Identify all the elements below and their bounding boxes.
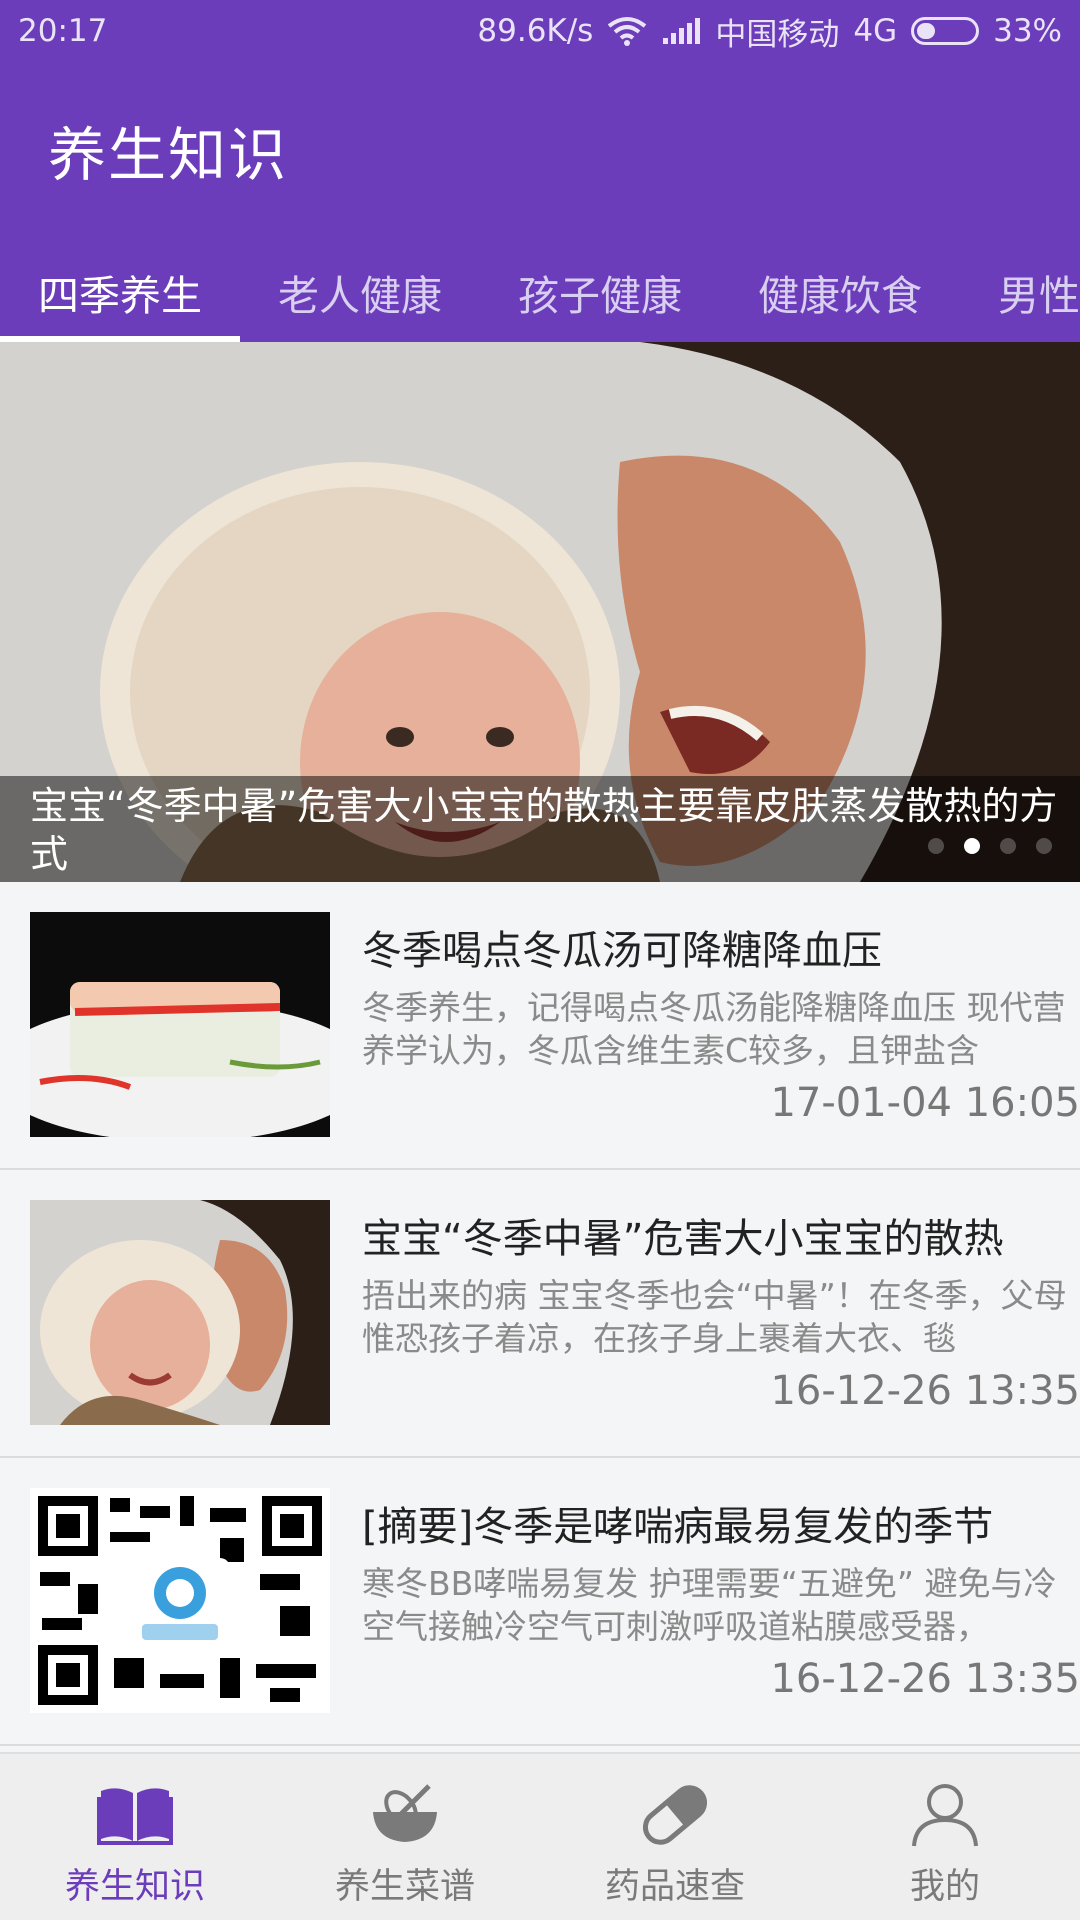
carousel-dot-active[interactable]: [964, 838, 980, 854]
list-item[interactable]: 冬季喝点冬瓜汤可降糖降血压 冬季养生，记得喝点冬瓜汤能降糖降血压 现代营养学认为…: [0, 882, 1080, 1170]
status-bar: 20:17 89.6K/s 中国移动 4G 33%: [0, 0, 1080, 62]
page-title: 养生知识: [48, 121, 289, 189]
article-thumbnail: [30, 1488, 330, 1713]
article-summary: 冬季养生，记得喝点冬瓜汤能降糖降血压 现代营养学认为，冬瓜含维生素C较多，且钾盐…: [362, 988, 1066, 1070]
nav-recipes[interactable]: 养生菜谱: [270, 1754, 540, 1920]
app-header: 20:17 89.6K/s 中国移动 4G 33% 养生知识 四季养生 老人健康…: [0, 0, 1080, 342]
tab-elderly-health[interactable]: 老人健康: [240, 248, 480, 342]
list-item[interactable]: [摘要]冬季是哮喘病最易复发的季节 寒冬BB哮喘易复发 护理需要“五避免” 避免…: [0, 1458, 1080, 1746]
carousel-indicators: [928, 838, 1052, 854]
network-type: 4G: [853, 13, 898, 49]
status-right: 89.6K/s 中国移动 4G 33%: [477, 9, 1062, 54]
tab-healthy-diet[interactable]: 健康饮食: [720, 248, 960, 342]
status-time: 20:17: [18, 13, 108, 49]
network-speed: 89.6K/s: [477, 13, 594, 49]
carousel-dot[interactable]: [928, 838, 944, 854]
user-icon: [905, 1780, 985, 1850]
article-summary: 捂出来的病 宝宝冬季也会“中暑”！在冬季，父母惟恐孩子着凉，在孩子身上裹着大衣、…: [362, 1276, 1067, 1358]
article-title: 宝宝“冬季中暑”危害大小宝宝的散热: [362, 1216, 1004, 1262]
nav-me[interactable]: 我的: [810, 1754, 1080, 1920]
nav-label: 养生菜谱: [334, 1867, 475, 1907]
nav-drug-lookup[interactable]: 药品速查: [540, 1754, 810, 1920]
nav-label: 养生知识: [64, 1867, 205, 1907]
pill-icon: [635, 1780, 715, 1850]
article-date: 17-01-04 16:05: [770, 1080, 1080, 1126]
book-icon: [95, 1780, 175, 1850]
nav-label: 药品速查: [604, 1867, 745, 1907]
battery-icon: [911, 17, 980, 45]
carousel-dot[interactable]: [1036, 838, 1052, 854]
article-title: 冬季喝点冬瓜汤可降糖降血压: [362, 928, 882, 974]
list-item[interactable]: 宝宝“冬季中暑”危害大小宝宝的散热 捂出来的病 宝宝冬季也会“中暑”！在冬季，父…: [0, 1170, 1080, 1458]
banner-caption: 宝宝“冬季中暑”危害大小宝宝的散热主要靠皮肤蒸发散热的方式: [0, 776, 1080, 882]
bottom-navigation: 养生知识 养生菜谱 药品速查 我的: [0, 1752, 1080, 1920]
tab-four-seasons[interactable]: 四季养生: [0, 248, 240, 342]
mixing-bowl-icon: [365, 1780, 445, 1850]
tab-children-health[interactable]: 孩子健康: [480, 248, 720, 342]
banner-carousel[interactable]: 宝宝“冬季中暑”危害大小宝宝的散热主要靠皮肤蒸发散热的方式: [0, 342, 1080, 882]
carousel-dot[interactable]: [1000, 838, 1016, 854]
category-tabs: 四季养生 老人健康 孩子健康 健康饮食 男性: [0, 248, 1080, 342]
signal-icon: [661, 16, 701, 46]
article-title: [摘要]冬季是哮喘病最易复发的季节: [362, 1504, 994, 1550]
article-thumbnail: [30, 1200, 330, 1425]
article-thumbnail: [30, 912, 330, 1137]
nav-health-knowledge[interactable]: 养生知识: [0, 1754, 270, 1920]
article-summary: 寒冬BB哮喘易复发 护理需要“五避免” 避免与冷空气接触冷空气可刺激呼吸道粘膜感…: [362, 1564, 1057, 1646]
article-date: 16-12-26 13:35: [770, 1368, 1080, 1414]
nav-label: 我的: [909, 1867, 980, 1907]
tab-male[interactable]: 男性: [960, 248, 1080, 342]
carrier-name: 中国移动: [715, 16, 840, 53]
wifi-icon: [607, 16, 647, 46]
battery-level: 33%: [993, 13, 1062, 49]
article-date: 16-12-26 13:35: [770, 1656, 1080, 1702]
